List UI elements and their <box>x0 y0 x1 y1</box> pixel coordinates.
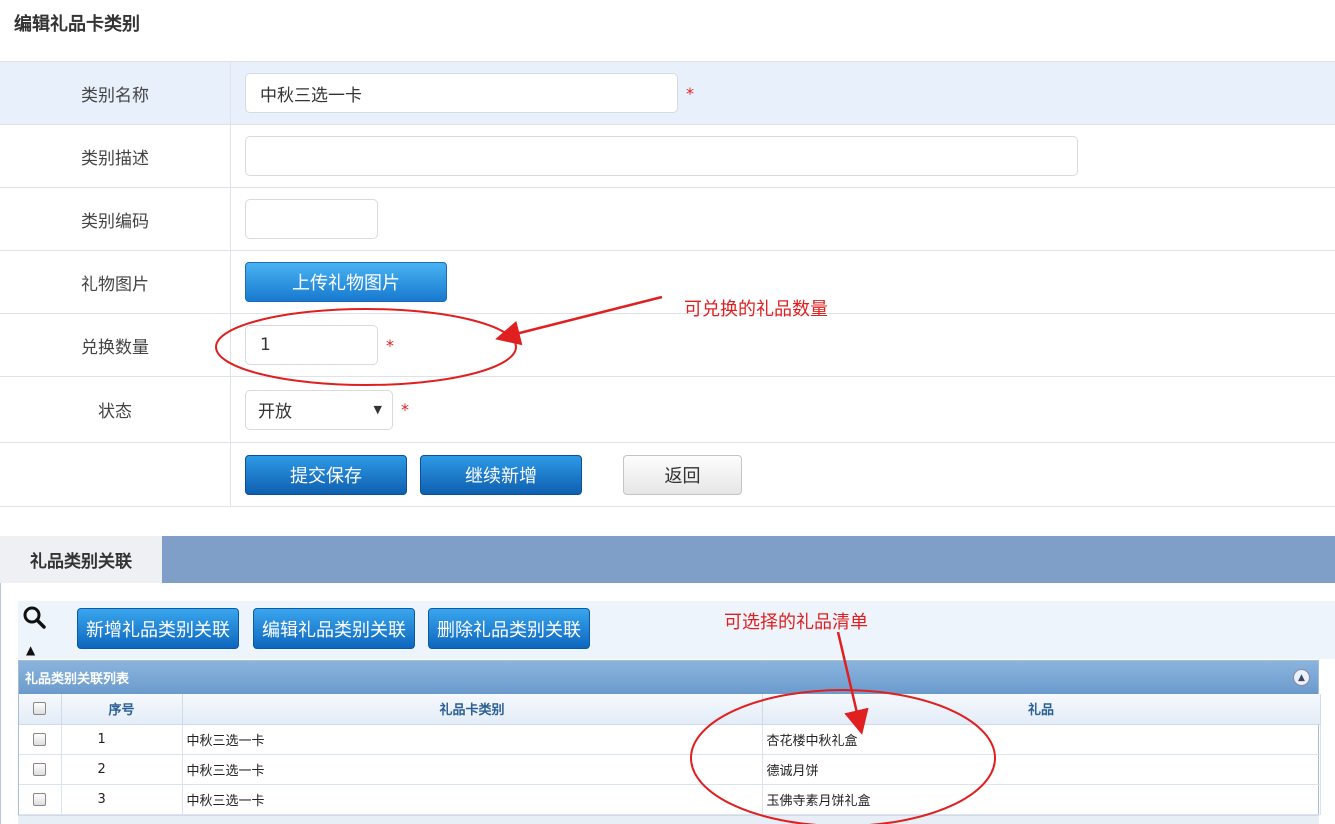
table-row[interactable]: 3 中秋三选一卡 玉佛寺素月饼礼盒 <box>19 784 1321 815</box>
label-gift-image: 礼物图片 <box>0 251 231 313</box>
status-select[interactable]: 开放 ▼ <box>245 389 393 430</box>
dropdown-arrow-icon: ▼ <box>373 402 382 416</box>
collapse-up-icon[interactable]: ▲ <box>26 643 35 657</box>
cell-seq: 2 <box>61 754 183 785</box>
grid-pager <box>18 815 1319 824</box>
label-exchange-qty: 兑换数量 <box>0 314 231 376</box>
table-row[interactable]: 2 中秋三选一卡 德诚月饼 <box>19 754 1321 785</box>
row-checkbox[interactable] <box>19 784 62 815</box>
row-category-name: 类别名称 中秋三选一卡 * <box>0 62 1335 125</box>
row-exchange-qty: 兑换数量 1 * <box>0 314 1335 377</box>
cell-gift: 玉佛寺素月饼礼盒 <box>762 784 1321 815</box>
row-category-desc: 类别描述 <box>0 125 1335 188</box>
status-select-value: 开放 <box>258 402 292 422</box>
label-category-desc: 类别描述 <box>0 125 231 187</box>
cell-card-category: 中秋三选一卡 <box>182 784 763 815</box>
column-header-gift[interactable]: 礼品 <box>762 694 1321 725</box>
column-header-card-category[interactable]: 礼品卡类别 <box>182 694 763 725</box>
collapse-grid-icon[interactable]: ▲ <box>1293 669 1310 686</box>
label-category-name: 类别名称 <box>0 62 231 124</box>
continue-add-button[interactable]: 继续新增 <box>420 454 582 495</box>
annotation-qty-note: 可兑换的礼品数量 <box>684 299 828 320</box>
label-category-code: 类别编码 <box>0 188 231 250</box>
required-mark: * <box>401 400 409 419</box>
category-form: 类别名称 中秋三选一卡 * 类别描述 类别编码 礼物图片 上传礼物图片 兑换数量… <box>0 61 1335 507</box>
cell-card-category: 中秋三选一卡 <box>182 724 763 755</box>
category-code-input[interactable] <box>245 199 378 239</box>
row-gift-image: 礼物图片 上传礼物图片 <box>0 251 1335 314</box>
grid-caption-text: 礼品类别关联列表 <box>25 672 130 687</box>
category-desc-input[interactable] <box>245 136 1078 176</box>
cell-gift: 德诚月饼 <box>762 754 1321 785</box>
required-mark: * <box>386 335 394 355</box>
upload-gift-image-button[interactable]: 上传礼物图片 <box>245 262 447 302</box>
cell-gift: 杏花楼中秋礼盒 <box>762 724 1321 755</box>
delete-association-button[interactable]: 删除礼品类别关联 <box>428 608 590 649</box>
column-header-seq[interactable]: 序号 <box>61 694 183 725</box>
edit-association-button[interactable]: 编辑礼品类别关联 <box>253 608 415 649</box>
select-all-checkbox[interactable] <box>19 694 62 725</box>
row-status: 状态 开放 ▼ * <box>0 377 1335 443</box>
back-button[interactable]: 返回 <box>623 454 742 495</box>
grid-caption: 礼品类别关联列表 ▲ <box>19 661 1318 694</box>
tab-gift-category-association[interactable]: 礼品类别关联 <box>0 536 162 583</box>
search-icon[interactable] <box>22 605 46 629</box>
page-title: 编辑礼品卡类别 <box>14 14 140 35</box>
association-grid: 礼品类别关联列表 ▲ 序号 礼品卡类别 礼品 1 中秋三选一卡 杏花楼中秋礼盒 <box>18 660 1321 816</box>
row-actions: 提交保存 继续新增 返回 <box>0 443 1335 507</box>
annotation-list-note: 可选择的礼品清单 <box>724 612 868 633</box>
section-bar <box>0 536 1335 583</box>
exchange-qty-input[interactable]: 1 <box>245 325 378 365</box>
edit-gift-card-category-page: 编辑礼品卡类别 类别名称 中秋三选一卡 * 类别描述 类别编码 礼物图片 上传礼… <box>0 0 1335 824</box>
submit-save-button[interactable]: 提交保存 <box>245 454 407 495</box>
required-mark: * <box>686 83 694 103</box>
row-category-code: 类别编码 <box>0 188 1335 251</box>
table-row[interactable]: 1 中秋三选一卡 杏花楼中秋礼盒 <box>19 724 1321 755</box>
cell-seq: 3 <box>61 784 183 815</box>
cell-card-category: 中秋三选一卡 <box>182 754 763 785</box>
association-table: 序号 礼品卡类别 礼品 1 中秋三选一卡 杏花楼中秋礼盒 2 中秋三选一卡 德诚… <box>19 694 1321 815</box>
table-header-row: 序号 礼品卡类别 礼品 <box>19 694 1321 725</box>
category-name-input[interactable]: 中秋三选一卡 <box>245 73 678 113</box>
label-status: 状态 <box>0 377 231 442</box>
row-checkbox[interactable] <box>19 724 62 755</box>
row-checkbox[interactable] <box>19 754 62 785</box>
cell-seq: 1 <box>61 724 183 755</box>
add-association-button[interactable]: 新增礼品类别关联 <box>77 608 239 649</box>
